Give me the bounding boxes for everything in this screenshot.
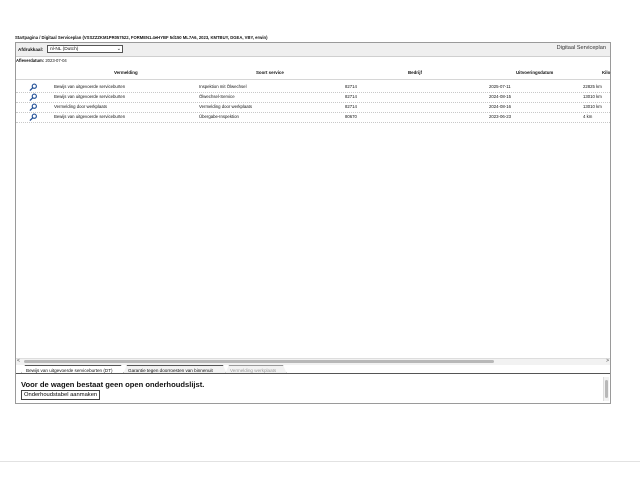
scroll-right-icon[interactable]: > [606, 358, 609, 364]
cell-bedrijf: 82714 [345, 84, 357, 89]
top-toolbar: Afdrukkaal: nl-NL (Dutch) ⌄ Digitaal Ser… [16, 43, 610, 57]
cell-kilometerstand: 13010 km [583, 94, 602, 99]
magnifier-icon[interactable] [29, 93, 38, 101]
vertical-scrollbar-thumb[interactable] [605, 380, 608, 398]
service-plan-frame: Afdrukkaal: nl-NL (Dutch) ⌄ Digitaal Ser… [15, 42, 611, 404]
cell-bedrijf: 80670 [345, 114, 357, 119]
cell-vermelding: Bewijs van uitgevoerde serviceburten [54, 94, 126, 99]
create-maintenance-table-button[interactable]: Onderhoudstabel aanmaken [21, 390, 101, 400]
cell-vermelding: Bewijs van uitgevoerde serviceburten [54, 114, 126, 119]
cell-bedrijf: 82714 [345, 104, 357, 109]
cell-kilometerstand: 22825 km [583, 84, 602, 89]
column-header-kilometerstand[interactable]: Kilo [602, 70, 610, 75]
cell-datum: 2025-07-11 [489, 84, 511, 89]
delivery-label: Afleverdatum: [16, 58, 45, 63]
magnifier-icon[interactable] [29, 103, 38, 111]
magnifier-icon[interactable] [29, 113, 38, 121]
delivery-value: 2023-07-04 [45, 58, 67, 63]
cell-vermelding: Vermelding door werkplaats [54, 104, 108, 109]
magnifier-icon[interactable] [29, 83, 38, 91]
language-select-value: nl-NL (Dutch) [50, 47, 79, 52]
tab-underline [16, 373, 610, 374]
scroll-left-icon[interactable]: < [17, 358, 20, 364]
header-divider [16, 79, 610, 80]
cell-soort-service: Übergabe-Inspektion [199, 114, 239, 119]
column-header-bedrijf[interactable]: Bedrijf [408, 70, 422, 75]
chevron-down-icon: ⌄ [116, 46, 121, 52]
language-select[interactable]: nl-NL (Dutch) ⌄ [47, 45, 123, 53]
column-header-soort-service[interactable]: Soort service [256, 70, 284, 75]
cell-datum: 2024-08-16 [489, 104, 511, 109]
no-open-list-notice: Voor de wagen bestaat geen open onderhou… [21, 380, 205, 389]
delivery-date: Afleverdatum: 2023-07-04 [16, 58, 67, 63]
horizontal-scrollbar[interactable]: < > [16, 358, 610, 365]
cell-soort-service: Ölwechsel-Service [199, 94, 235, 99]
cell-vermelding: Bewijs van uitgevoerde serviceburten [54, 84, 126, 89]
cell-datum: 2023-06-23 [489, 114, 511, 119]
maintenance-panel: Voor de wagen bestaat geen open onderhou… [16, 375, 610, 403]
cell-datum: 2024-08-15 [489, 94, 511, 99]
table-row[interactable]: Bewijs van uitgevoerde serviceburten Übe… [16, 112, 610, 123]
cell-soort-service: Inspektion mit Ölwechsel [199, 84, 247, 89]
column-header-vermelding[interactable]: Vermelding [114, 70, 138, 75]
cell-kilometerstand: 13010 km [583, 104, 602, 109]
column-header-uitvoeringsdatum[interactable]: Uitvoeringsdatum [516, 70, 553, 75]
page-divider [0, 461, 640, 462]
cell-soort-service: Vermelding door werkplaats [199, 104, 253, 109]
service-grid: Vermelding Soort service Bedrijf Uitvoer… [16, 65, 610, 365]
language-label: Afdrukkaal: [18, 47, 44, 52]
breadcrumb: Startpagina / Digitaal Serviceplan (VSSZ… [15, 35, 268, 40]
scrollbar-thumb[interactable] [24, 360, 494, 363]
vertical-scrollbar[interactable] [603, 377, 609, 401]
plan-title: Digitaal Serviceplan [556, 45, 606, 51]
cell-bedrijf: 82714 [345, 94, 357, 99]
cell-kilometerstand: 4 km [583, 114, 593, 119]
